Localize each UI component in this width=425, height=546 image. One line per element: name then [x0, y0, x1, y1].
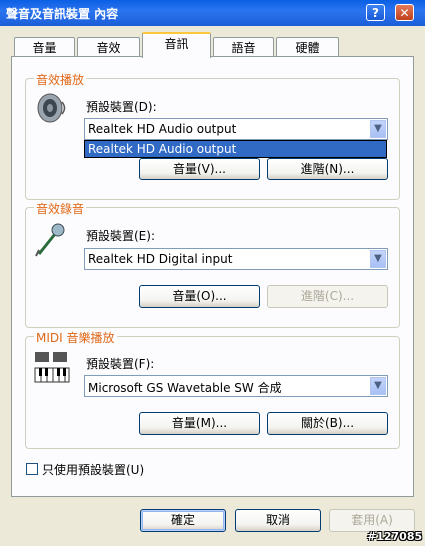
watermark: #127085 [367, 530, 423, 543]
playback-device-value: Realtek HD Audio output [88, 122, 237, 136]
recording-device-value: Realtek HD Digital input [88, 252, 233, 266]
midi-about-button[interactable]: 關於(B)... [267, 412, 388, 435]
recording-device-select[interactable]: Realtek HD Digital input ▼ [84, 248, 388, 270]
playback-volume-button[interactable]: 音量(V)... [139, 158, 260, 180]
recording-title: 音效錄音 [34, 200, 87, 217]
midi-device-value: Microsoft GS Wavetable SW 合成 [88, 381, 282, 395]
chevron-down-icon[interactable]: ▼ [370, 250, 386, 268]
midi-volume-button[interactable]: 音量(M)... [139, 412, 260, 435]
tab-hardware[interactable]: 硬體 [276, 37, 339, 57]
midi-device-label: 預設裝置(F): [86, 357, 155, 371]
use-default-only-checkbox[interactable] [26, 463, 38, 475]
playback-advanced-button[interactable]: 進階(N)... [267, 158, 388, 180]
playback-device-dropdown[interactable]: Realtek HD Audio output [84, 140, 387, 158]
window-title: 聲音及音訊裝置 內容 [6, 7, 119, 21]
use-default-only-label[interactable]: 只使用預設裝置(U) [42, 461, 144, 478]
playback-device-label: 預設裝置(D): [86, 100, 157, 114]
midi-device-select[interactable]: Microsoft GS Wavetable SW 合成 ▼ [84, 375, 388, 397]
midi-keyboard-icon [34, 352, 70, 383]
dialog-window: 聲音及音訊裝置 內容 ? ✕ 音量 音效 音訊 語音 硬體 音效播放 音效錄音 … [0, 0, 425, 546]
ok-button[interactable]: 確定 [140, 509, 226, 532]
title-bar[interactable]: 聲音及音訊裝置 內容 ? ✕ [0, 0, 425, 26]
close-button[interactable]: ✕ [395, 4, 414, 21]
dropdown-option[interactable]: Realtek HD Audio output [85, 141, 386, 157]
midi-title: MIDI 音樂播放 [34, 329, 117, 346]
playback-title: 音效播放 [34, 71, 87, 88]
chevron-down-icon[interactable]: ▼ [370, 377, 386, 395]
chevron-down-icon[interactable]: ▼ [370, 120, 386, 138]
help-button[interactable]: ? [366, 4, 385, 21]
apply-button[interactable]: 套用(A) [329, 509, 415, 532]
recording-volume-button[interactable]: 音量(O)... [139, 285, 260, 308]
tab-volume[interactable]: 音量 [14, 37, 75, 57]
tab-voice[interactable]: 語音 [213, 37, 274, 57]
cancel-button[interactable]: 取消 [235, 509, 321, 532]
recording-device-label: 預設裝置(E): [86, 229, 155, 243]
tab-audio[interactable]: 音訊 [142, 32, 211, 58]
microphone-icon [35, 223, 65, 257]
recording-advanced-button[interactable]: 進階(C)... [267, 285, 388, 308]
speaker-icon [37, 93, 66, 123]
tab-sounds[interactable]: 音效 [77, 37, 140, 57]
playback-device-select[interactable]: Realtek HD Audio output ▼ [84, 118, 388, 140]
